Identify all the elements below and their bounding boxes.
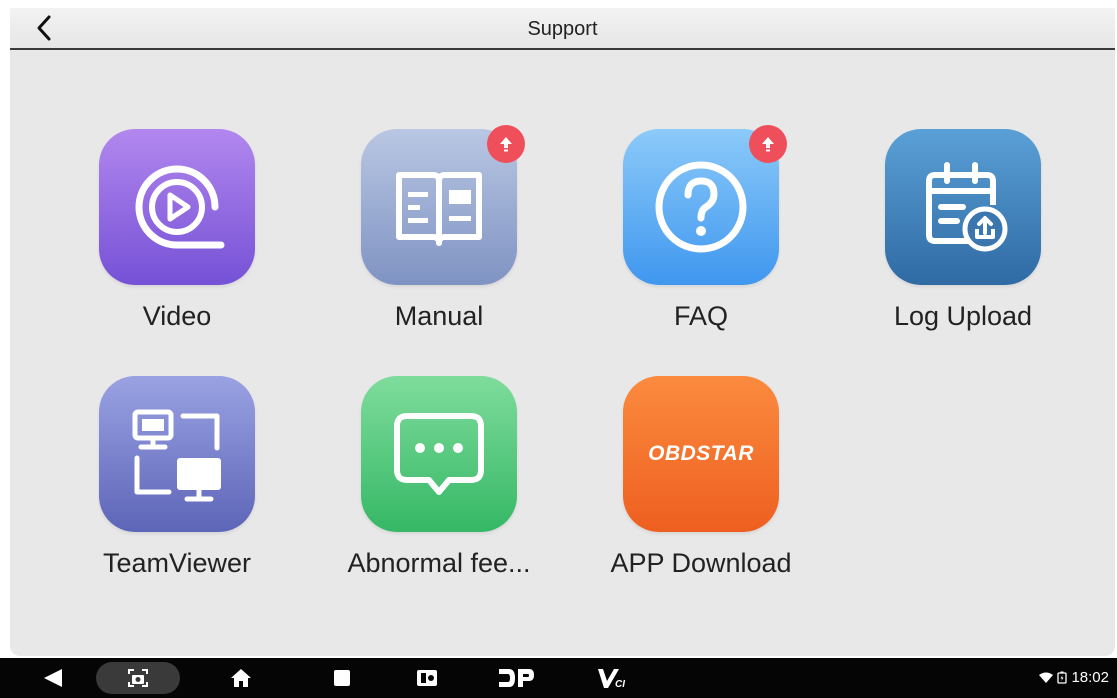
status-area: 18:02	[1039, 669, 1109, 686]
app-label: APP Download	[610, 548, 792, 578]
title-bar: Support	[10, 8, 1115, 50]
faq-tile[interactable]	[623, 125, 787, 285]
vci-button[interactable]: CI	[596, 666, 630, 690]
update-badge	[487, 125, 525, 163]
dp-app-button[interactable]	[414, 666, 440, 690]
app-label: Abnormal fee...	[347, 548, 531, 578]
screenshot-button[interactable]	[96, 662, 180, 694]
home-icon	[231, 669, 251, 687]
page-title: Support	[527, 18, 598, 40]
dp-button[interactable]	[496, 666, 536, 690]
battery-icon	[1057, 671, 1068, 684]
obdstar-logo: OBDSTAR	[648, 442, 754, 465]
app-manual[interactable]: Manual	[329, 125, 549, 332]
recents-icon	[334, 670, 350, 686]
abnormal-feedback-tile[interactable]	[361, 376, 517, 532]
nav-back-icon	[44, 669, 62, 687]
app-log-upload[interactable]: Log Upload	[853, 129, 1073, 332]
update-badge	[749, 125, 787, 163]
home-button[interactable]	[228, 666, 254, 690]
recents-button[interactable]	[330, 666, 354, 690]
nav-back-button[interactable]	[38, 666, 68, 690]
app-video[interactable]: Video	[67, 129, 287, 332]
update-arrow-icon	[762, 137, 774, 152]
app-app-download[interactable]: OBDSTAR APP Download	[591, 376, 811, 579]
app-shortcut-icon	[417, 670, 437, 686]
remote-desktop-icon	[132, 409, 221, 502]
support-grid: Video Manual FAQ Log Upload TeamViewer A…	[10, 50, 1115, 656]
chat-bubble-icon	[394, 413, 484, 495]
dp-icon	[499, 669, 534, 687]
clipboard-upload-icon	[926, 162, 1008, 252]
book-icon	[396, 172, 482, 246]
system-nav-bar: CI 18:02	[0, 658, 1117, 698]
app-download-tile[interactable]: OBDSTAR	[623, 376, 779, 532]
app-label: FAQ	[673, 301, 728, 331]
app-faq[interactable]: FAQ	[591, 125, 811, 332]
vci-icon: CI	[598, 669, 625, 689]
log-upload-tile[interactable]	[885, 129, 1041, 285]
app-label: Video	[142, 301, 212, 331]
app-teamviewer[interactable]: TeamViewer	[67, 376, 287, 579]
update-arrow-icon	[500, 137, 512, 152]
app-label: Log Upload	[893, 301, 1033, 331]
manual-tile[interactable]	[361, 125, 525, 285]
question-circle-icon	[655, 161, 747, 253]
wifi-icon	[1039, 672, 1054, 683]
screenshot-icon	[128, 669, 148, 687]
svg-text:CI: CI	[615, 679, 625, 689]
video-tile[interactable]	[99, 129, 255, 285]
clock: 18:02	[1071, 669, 1109, 686]
app-abnormal-feedback[interactable]: Abnormal fee...	[329, 376, 549, 579]
app-label: TeamViewer	[102, 548, 252, 578]
teamviewer-tile[interactable]	[99, 376, 255, 532]
app-label: Manual	[394, 301, 484, 331]
play-circle-icon	[135, 165, 225, 249]
